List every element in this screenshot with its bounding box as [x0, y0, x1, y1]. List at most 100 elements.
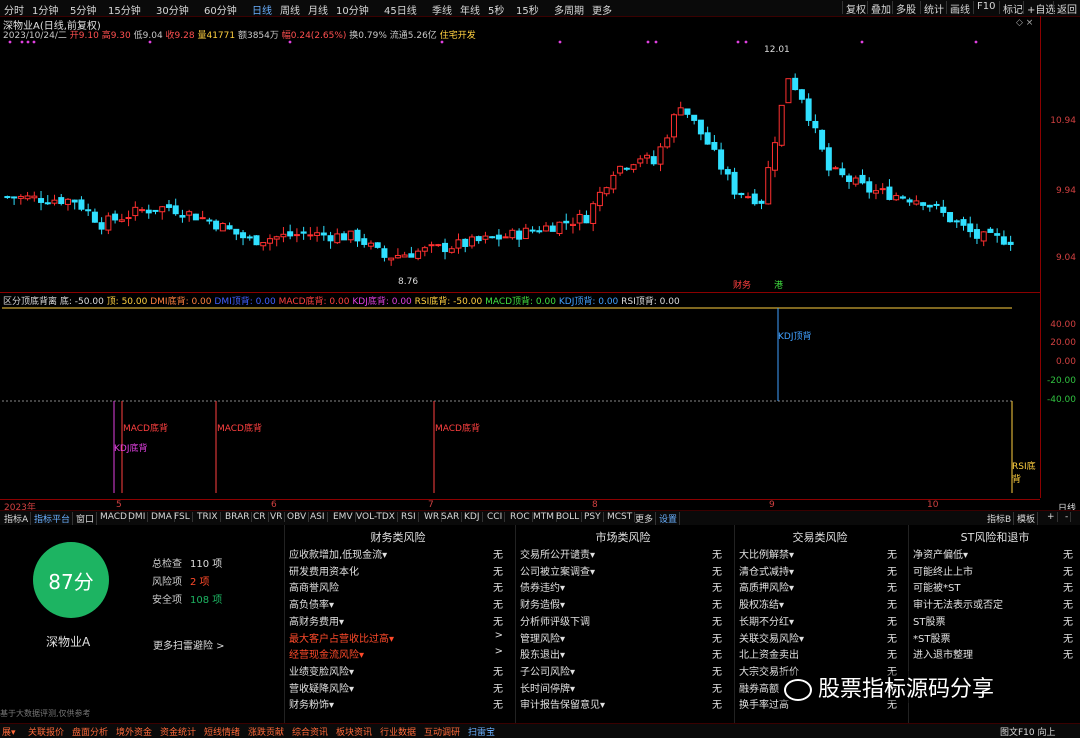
toolbar-button-5[interactable]: F10	[973, 1, 998, 14]
timeframe-12[interactable]: 年线	[460, 2, 480, 17]
indicator-tab-5[interactable]: DMA	[149, 512, 175, 522]
toolbar-button-0[interactable]: 复权	[842, 1, 869, 16]
status-tab-11[interactable]: 扫雷宝	[468, 725, 495, 738]
status-tab-8[interactable]: 板块资讯	[336, 725, 372, 738]
risk-item[interactable]: 大比例解禁▾	[739, 546, 794, 561]
status-tab-4[interactable]: 资金统计	[160, 725, 196, 738]
status-tab-3[interactable]: 境外资金	[116, 725, 152, 738]
toolbar-button-3[interactable]: 统计	[920, 1, 947, 16]
risk-item[interactable]: 北上资金卖出	[739, 646, 799, 661]
indicator-tab-23[interactable]: PSY	[582, 512, 604, 522]
timeframe-8[interactable]: 月线	[308, 2, 328, 17]
more-scan-link[interactable]: 更多扫雷避险 >	[153, 637, 225, 652]
status-tab-10[interactable]: 互动调研	[424, 725, 460, 738]
risk-item[interactable]: 股东退出▾	[520, 646, 565, 661]
toolbar-button-8[interactable]: 返回	[1053, 1, 1080, 16]
timeframe-4[interactable]: 30分钟	[156, 2, 189, 17]
risk-item[interactable]: 关联交易风险▾	[739, 630, 804, 645]
risk-item[interactable]: 高商誉风险	[289, 579, 339, 594]
risk-item[interactable]: 应收款增加,低现金流▾	[289, 546, 387, 561]
status-tab-7[interactable]: 综合资讯	[292, 725, 328, 738]
risk-item[interactable]: 长时间停牌▾	[520, 680, 575, 695]
risk-item[interactable]: 经营现金流风险▾	[289, 646, 364, 661]
risk-item[interactable]: 融券高额	[739, 680, 779, 695]
indicator-tab-18[interactable]: KDJ	[462, 512, 483, 522]
indicator-tab-20[interactable]: ROC	[508, 512, 533, 522]
indicator-tab-0[interactable]: 指标A	[2, 512, 32, 525]
risk-item[interactable]: 管理风险▾	[520, 630, 565, 645]
indicator-tab-right-3[interactable]: -	[1063, 512, 1072, 522]
status-tab-9[interactable]: 行业数据	[380, 725, 416, 738]
indicator-tab-19[interactable]: CCI	[485, 512, 506, 522]
risk-item[interactable]: 审计报告保留意见▾	[520, 696, 605, 711]
status-tab-2[interactable]: 盘面分析	[72, 725, 108, 738]
indicator-tab-13[interactable]: EMV	[331, 512, 356, 522]
indicator-tab-14[interactable]: VOL-TDX	[354, 512, 398, 522]
timeframe-0[interactable]: 分时	[4, 2, 24, 17]
timeframe-14[interactable]: 15秒	[516, 2, 539, 17]
indicator-tab-22[interactable]: BOLL	[554, 512, 583, 522]
risk-item[interactable]: 财务粉饰▾	[289, 696, 334, 711]
close-panel-icon[interactable]: ◇ ×	[1016, 18, 1033, 28]
timeframe-9[interactable]: 10分钟	[336, 2, 369, 17]
risk-item[interactable]: 高质押风险▾	[739, 579, 794, 594]
timeframe-6[interactable]: 日线	[252, 2, 272, 17]
risk-item[interactable]: 业绩变脸风险▾	[289, 663, 354, 678]
timeframe-10[interactable]: 45日线	[384, 2, 417, 17]
risk-item[interactable]: 债券违约▾	[520, 579, 565, 594]
risk-item[interactable]: 营收疑降风险▾	[289, 680, 354, 695]
indicator-tab-25[interactable]: 更多	[633, 512, 657, 525]
candlestick-chart[interactable]: 12.01 8.76 财务 港	[0, 16, 1040, 292]
status-tab-1[interactable]: 关联报价	[28, 725, 64, 738]
risk-item[interactable]: 长期不分红▾	[739, 613, 794, 628]
risk-item[interactable]: 分析师评级下调	[520, 613, 590, 628]
indicator-tab-11[interactable]: OBV	[285, 512, 310, 522]
status-tab-0[interactable]: 展▾	[2, 725, 16, 738]
risk-item[interactable]: 交易所公开谴责▾	[520, 546, 595, 561]
toolbar-button-1[interactable]: 叠加	[867, 1, 894, 16]
indicator-tab-6[interactable]: FSL	[172, 512, 193, 522]
indicator-tab-12[interactable]: ASI	[308, 512, 328, 522]
risk-item[interactable]: 高负债率▾	[289, 596, 334, 611]
indicator-tab-2[interactable]: 窗口	[74, 512, 98, 525]
timeframe-1[interactable]: 1分钟	[32, 2, 58, 17]
risk-item[interactable]: 最大客户占营收比过高▾	[289, 630, 394, 645]
risk-item[interactable]: 公司被立案调查▾	[520, 563, 595, 578]
risk-item[interactable]: 清仓式减持▾	[739, 563, 794, 578]
risk-item[interactable]: 股权冻结▾	[739, 596, 784, 611]
risk-item[interactable]: 研发费用资本化	[289, 563, 359, 578]
timeframe-15[interactable]: 多周期	[554, 2, 584, 17]
toolbar-button-2[interactable]: 多股	[892, 1, 919, 16]
risk-item[interactable]: 可能终止上市	[913, 563, 973, 578]
timeframe-2[interactable]: 5分钟	[70, 2, 96, 17]
risk-item[interactable]: 财务造假▾	[520, 596, 565, 611]
timeframe-5[interactable]: 60分钟	[204, 2, 237, 17]
divergence-indicator-panel[interactable]: 区分顶底背离 底: -50.00 顶: 50.00 DMI底背: 0.00 DM…	[0, 293, 1041, 498]
status-right[interactable]: 图文F10 向上	[1000, 725, 1056, 738]
toolbar-button-4[interactable]: 画线	[946, 1, 973, 16]
indicator-tab-7[interactable]: TRIX	[195, 512, 221, 522]
price-chart[interactable]: 12.01 8.76 财务 港	[0, 16, 1041, 293]
risk-item[interactable]: *ST股票	[913, 630, 950, 645]
risk-item[interactable]: 进入退市整理	[913, 646, 973, 661]
timeframe-16[interactable]: 更多	[592, 2, 612, 17]
toolbar-button-6[interactable]: 标记	[999, 1, 1026, 16]
indicator-tab-26[interactable]: 设置	[657, 512, 681, 525]
indicator-tab-10[interactable]: VR	[268, 512, 286, 522]
indicator-tab-24[interactable]: MCST	[605, 512, 636, 522]
indicator-tab-1[interactable]: 指标平台	[32, 512, 74, 525]
status-tab-5[interactable]: 短线情绪	[204, 725, 240, 738]
risk-item[interactable]: 可能被*ST	[913, 579, 960, 594]
risk-item[interactable]: 高财务费用▾	[289, 613, 344, 628]
indicator-tab-right-1[interactable]: 模板	[1015, 512, 1039, 525]
timeframe-13[interactable]: 5秒	[488, 2, 504, 17]
risk-item[interactable]: 净资产偏低▾	[913, 546, 968, 561]
timeframe-7[interactable]: 周线	[280, 2, 300, 17]
indicator-tab-17[interactable]: SAR	[439, 512, 463, 522]
indicator-tab-right-0[interactable]: 指标B	[985, 512, 1015, 525]
indicator-tab-4[interactable]: DMI	[126, 512, 149, 522]
timeframe-3[interactable]: 15分钟	[108, 2, 141, 17]
status-tab-6[interactable]: 涨跌贡献	[248, 725, 284, 738]
indicator-tab-15[interactable]: RSI	[399, 512, 419, 522]
indicator-tab-9[interactable]: CR	[251, 512, 269, 522]
